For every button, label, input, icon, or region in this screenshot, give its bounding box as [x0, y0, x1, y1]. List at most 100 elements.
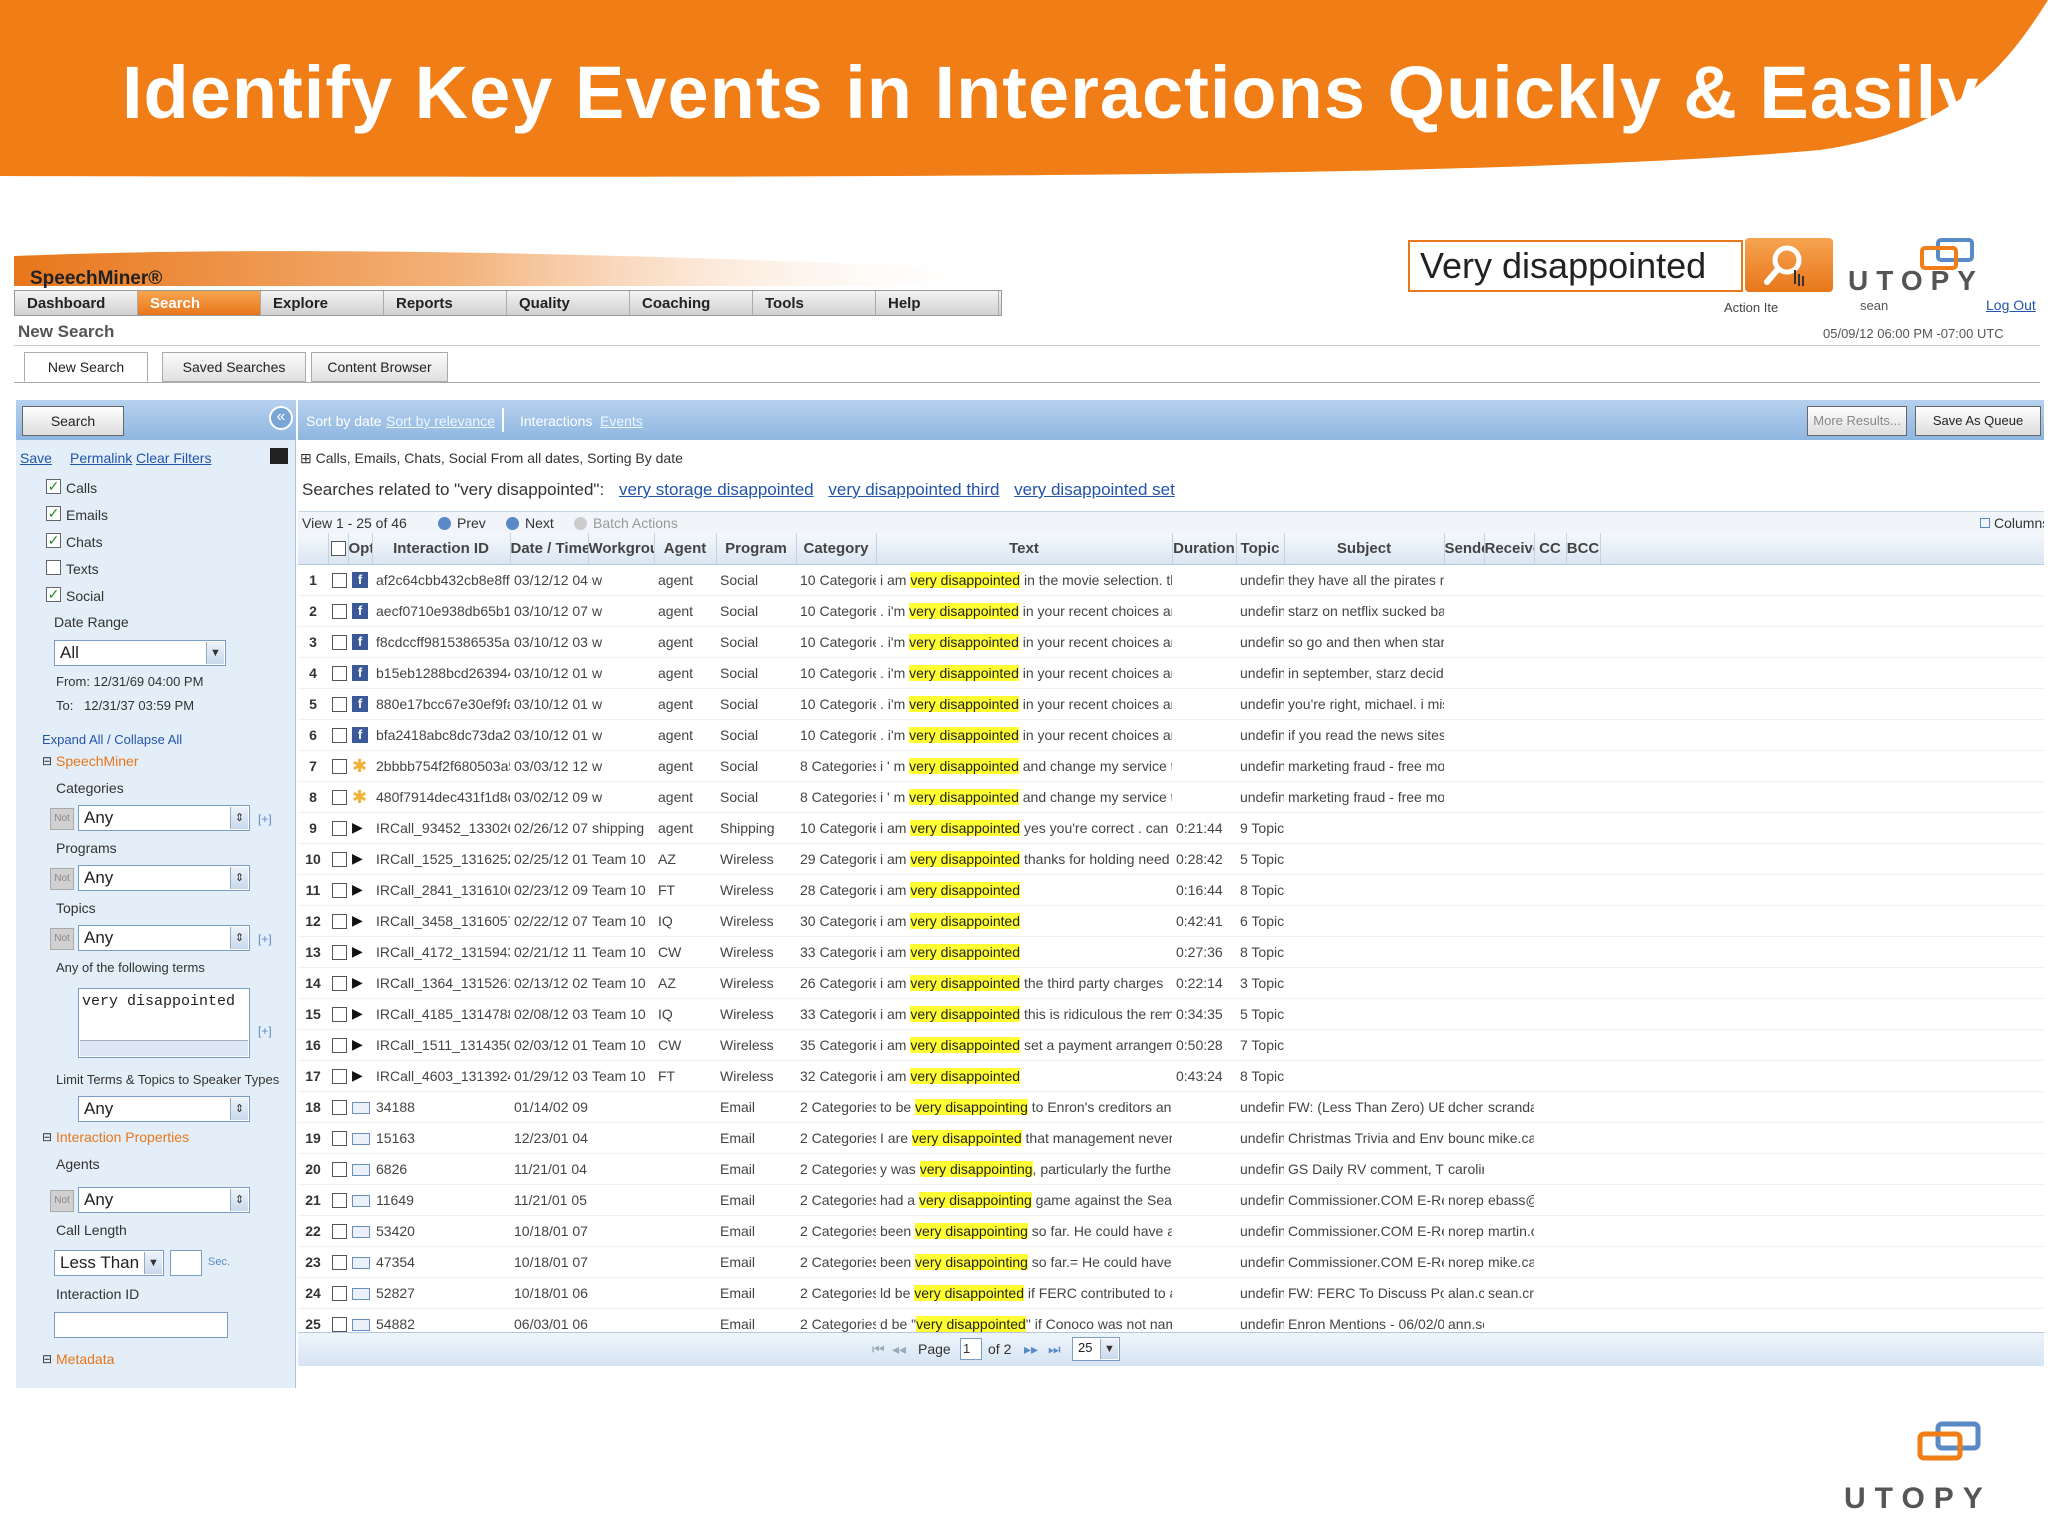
category-link[interactable]: 2 Categories — [796, 1153, 876, 1185]
row-checkbox-cell[interactable] — [328, 874, 348, 906]
checkbox-social[interactable]: ✓ — [46, 587, 61, 602]
col-select-all[interactable] — [328, 533, 349, 565]
search-go-button[interactable] — [1745, 238, 1833, 292]
speaker-types-select[interactable]: Any ⇕ — [78, 1096, 250, 1122]
row-checkbox[interactable] — [332, 1068, 347, 1084]
row-checkbox[interactable] — [332, 634, 347, 650]
global-search-input[interactable] — [1410, 242, 1740, 290]
play-icon[interactable]: ▶ — [352, 912, 363, 929]
table-row[interactable]: 22 5342010/18/01 07:58 PM Email2 Categorie… — [298, 1215, 2044, 1247]
collapse-section-icon[interactable]: ⊟ — [42, 754, 52, 768]
add-topic-link[interactable]: [+] — [258, 932, 272, 946]
table-row[interactable]: 6 fbfa2418abc8dc73da24299cf03/10/12 01:02… — [298, 719, 2044, 751]
batch-actions-button[interactable]: Batch Actions — [574, 515, 678, 531]
row-checkbox[interactable] — [332, 572, 347, 588]
not-toggle-categories[interactable]: Not — [50, 808, 74, 830]
table-row[interactable]: 8 ✱480f7914dec431f1d8dc987b03/02/12 09:27… — [298, 781, 2044, 813]
category-link[interactable]: 2 Categories — [796, 1122, 876, 1154]
table-row[interactable]: 3 ff8cdccff9815386535a647caf03/10/12 03:4… — [298, 626, 2044, 658]
row-checkbox-cell[interactable] — [328, 750, 348, 782]
category-link[interactable]: 2 Categories — [796, 1091, 876, 1123]
row-checkbox-cell[interactable] — [328, 564, 348, 596]
category-link[interactable]: 2 Categories — [796, 1277, 876, 1309]
interaction-id-input[interactable] — [54, 1312, 228, 1338]
row-checkbox-cell[interactable] — [328, 843, 348, 875]
last-page-button[interactable]: ⏭ — [1048, 1341, 1061, 1358]
row-checkbox-cell[interactable] — [328, 1060, 348, 1092]
row-checkbox[interactable] — [332, 696, 347, 712]
row-checkbox[interactable] — [332, 1285, 347, 1301]
category-link[interactable]: 10 Categorie — [796, 626, 876, 658]
row-checkbox-cell[interactable] — [328, 1122, 348, 1154]
interaction-id[interactable]: f8cdccff9815386535a647caf — [372, 626, 510, 658]
interaction-id[interactable]: 15163 — [372, 1122, 510, 1154]
table-row[interactable]: 4 fb15eb1288bcd263944da2e2103/10/12 01:03… — [298, 657, 2044, 689]
play-icon[interactable]: ▶ — [352, 1005, 363, 1022]
row-checkbox[interactable] — [332, 1130, 347, 1146]
interaction-id[interactable]: IRCall_93452_1330268820 — [372, 812, 510, 844]
next-button[interactable]: Next — [506, 515, 554, 531]
row-checkbox-cell[interactable] — [328, 626, 348, 658]
nav-help[interactable]: Help — [876, 291, 999, 315]
row-checkbox[interactable] — [332, 851, 347, 867]
nav-search[interactable]: Search — [138, 291, 261, 315]
row-checkbox-cell[interactable] — [328, 688, 348, 720]
category-link[interactable]: 35 Categorie — [796, 1029, 876, 1061]
table-row[interactable]: 18 3418801/14/02 09:10 AM Email2 Categorie… — [298, 1091, 2044, 1123]
collapse-section-icon[interactable]: ⊟ — [42, 1130, 52, 1144]
table-row[interactable]: 13 ▶ IRCall_4172_131594358002/21/12 11:53 … — [298, 936, 2044, 968]
category-link[interactable]: 30 Categorie — [796, 905, 876, 937]
category-link[interactable]: 10 Categorie — [796, 719, 876, 751]
table-row[interactable]: 9 ▶ IRCall_93452_133026882002/26/12 07:07 … — [298, 812, 2044, 844]
table-row[interactable]: 14 ▶ IRCall_1364_131526138002/13/12 02:23 … — [298, 967, 2044, 999]
interaction-id[interactable]: 47354 — [372, 1246, 510, 1278]
table-row[interactable]: 20 682611/21/01 04:44 PM Email2 Categories… — [298, 1153, 2044, 1185]
col-category[interactable]: Category — [796, 533, 877, 565]
section-interaction-properties[interactable]: Interaction Properties — [56, 1129, 189, 1145]
row-checkbox[interactable] — [332, 758, 347, 774]
programs-select[interactable]: Any ⇕ — [78, 865, 250, 891]
collapse-section-icon[interactable]: ⊟ — [42, 1352, 52, 1366]
row-checkbox[interactable] — [332, 1316, 347, 1332]
row-checkbox[interactable] — [332, 913, 347, 929]
row-checkbox-cell[interactable] — [328, 657, 348, 689]
interaction-id[interactable]: IRCall_4185_1314788880 — [372, 998, 510, 1030]
row-checkbox[interactable] — [332, 1006, 347, 1022]
table-row[interactable]: 7 ✱2bbbb754f2f680503a5ea0ad03/03/12 12:28… — [298, 750, 2044, 782]
row-checkbox-cell[interactable] — [328, 1029, 348, 1061]
interaction-id[interactable]: aecf0710e938db65b1bce886 — [372, 595, 510, 627]
play-icon[interactable]: ▶ — [352, 943, 363, 960]
col-receive[interactable]: Receive — [1484, 533, 1535, 565]
save-link[interactable]: Save — [20, 450, 52, 466]
checkbox-texts[interactable] — [46, 560, 61, 575]
search-button[interactable]: Search — [22, 406, 124, 436]
save-as-queue-button[interactable]: Save As Queue — [1915, 406, 2041, 436]
table-row[interactable]: 2 faecf0710e938db65b1bce88603/10/12 07:36… — [298, 595, 2044, 627]
interaction-id[interactable]: 34188 — [372, 1091, 510, 1123]
add-term-link[interactable]: [+] — [258, 1024, 272, 1038]
first-page-button[interactable]: ⏮ — [872, 1341, 885, 1358]
topic[interactable]: 8 Topics — [1236, 1060, 1284, 1092]
nav-coaching[interactable]: Coaching — [630, 291, 753, 315]
play-icon[interactable]: ▶ — [352, 881, 363, 898]
row-checkbox-cell[interactable] — [328, 967, 348, 999]
row-checkbox-cell[interactable] — [328, 905, 348, 937]
columns-button[interactable]: Columns — [1980, 515, 2044, 531]
category-link[interactable]: 8 Categories — [796, 781, 876, 813]
events-link[interactable]: Events — [600, 413, 643, 429]
section-speechminer[interactable]: SpeechMiner — [56, 753, 139, 769]
checkbox-calls[interactable]: ✓ — [46, 479, 61, 494]
category-link[interactable]: 10 Categorie — [796, 595, 876, 627]
category-link[interactable]: 2 Categories — [796, 1246, 876, 1278]
checkbox-chats[interactable]: ✓ — [46, 533, 61, 548]
play-icon[interactable]: ▶ — [352, 1067, 363, 1084]
not-toggle-programs[interactable]: Not — [50, 868, 74, 890]
col-text[interactable]: Text — [876, 533, 1173, 565]
topics-select[interactable]: Any ⇕ — [78, 925, 250, 951]
play-icon[interactable]: ▶ — [352, 819, 363, 836]
row-checkbox[interactable] — [332, 665, 347, 681]
interaction-id[interactable]: IRCall_4172_1315943580 — [372, 936, 510, 968]
col-subject[interactable]: Subject — [1284, 533, 1445, 565]
checkbox-emails[interactable]: ✓ — [46, 506, 61, 521]
nav-quality[interactable]: Quality — [507, 291, 630, 315]
